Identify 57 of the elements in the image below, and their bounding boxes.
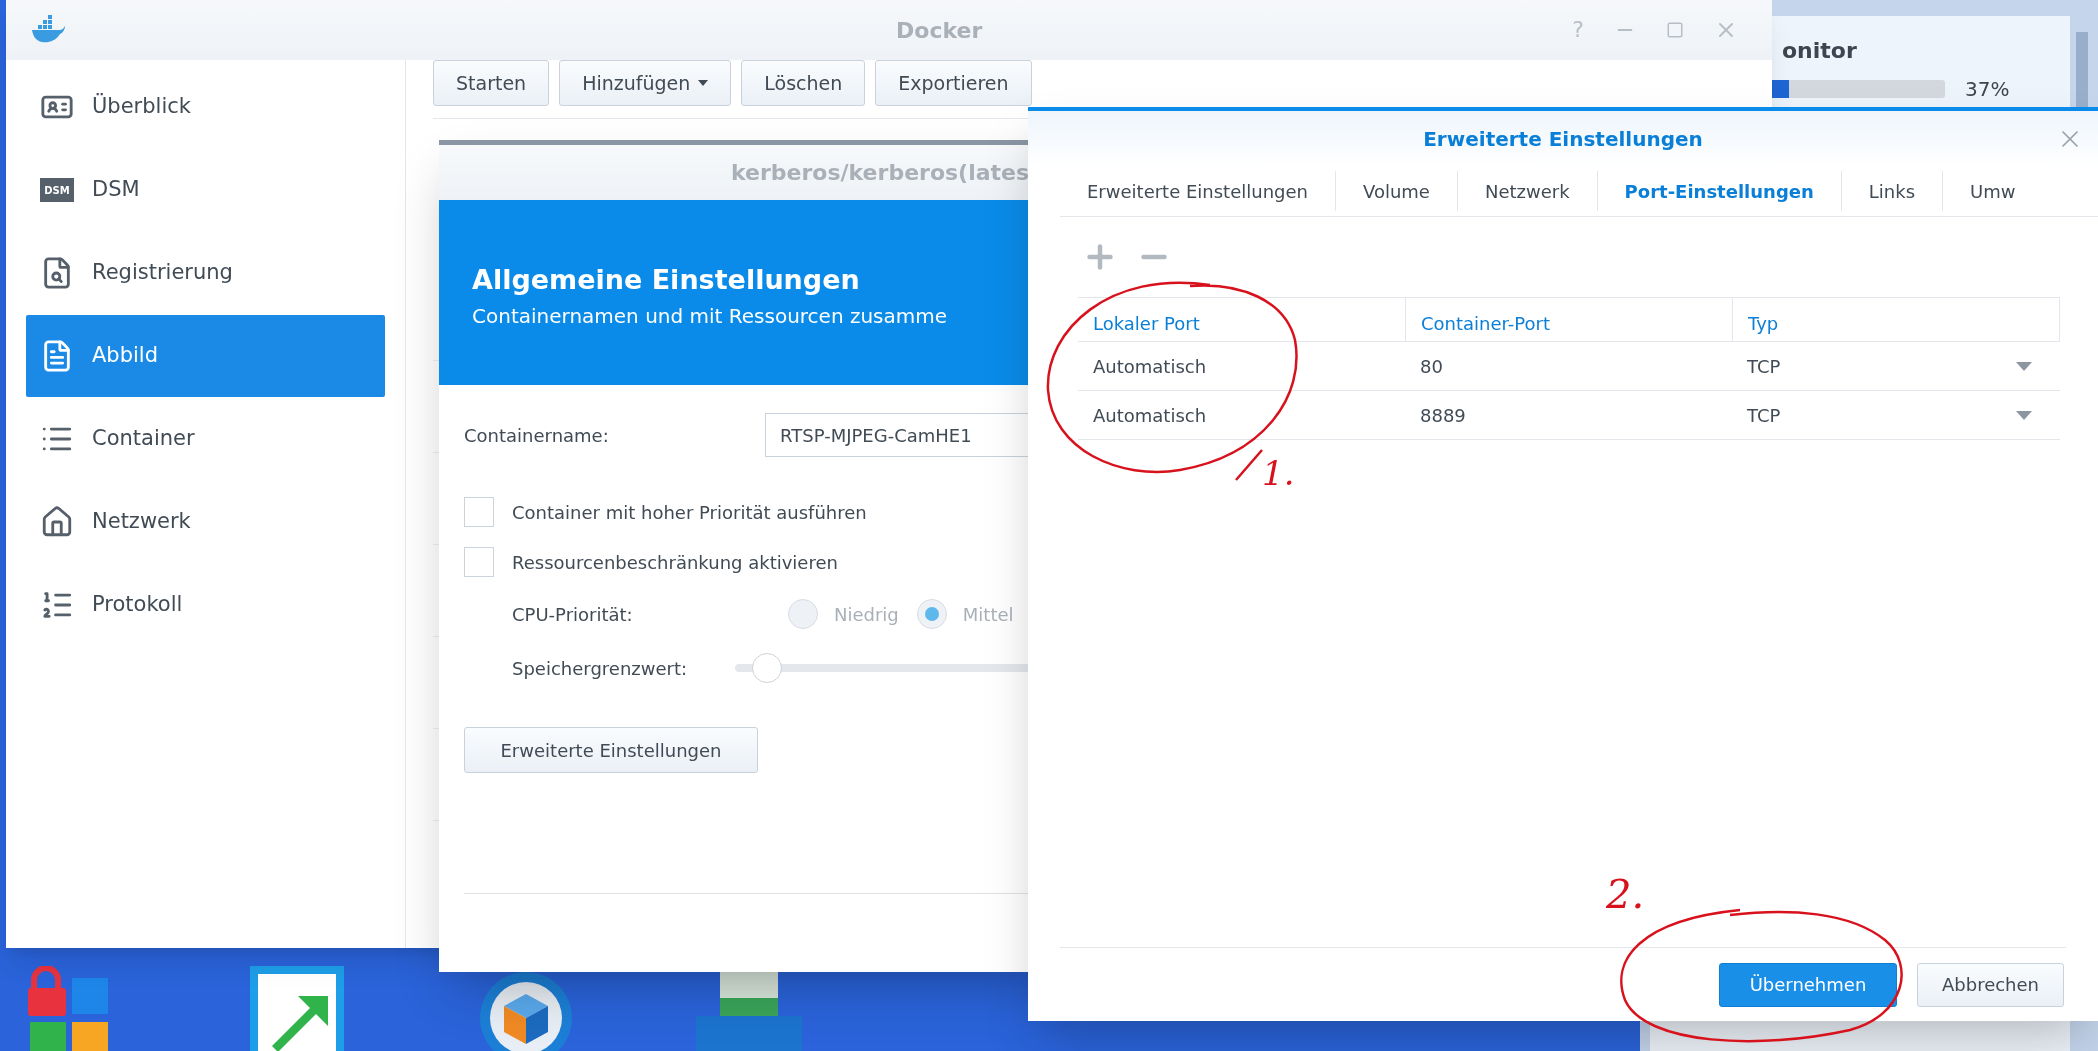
table-cell-text: Automatisch [1093,403,1207,428]
tab[interactable]: Umw [1942,171,2043,211]
table-cell-text: TCP [1747,403,1781,428]
toolbar-button[interactable]: Hinzufügen [559,60,732,106]
field-label: CPU-Priorität: [512,602,634,627]
radio-button[interactable] [788,599,818,629]
sidebar-item[interactable]: Container [26,398,385,480]
radio-button[interactable] [916,599,947,629]
sidebar-item[interactable]: Registrierung [26,232,385,314]
table-cell-text: 80 [1420,354,1443,379]
header-title: Allgemeine Einstellungen [472,263,861,297]
column-header: Lokaler Port [1092,312,1201,336]
tab[interactable]: Port-Einstellungen [1596,171,1841,211]
toolbar-button[interactable]: Exportieren [875,60,1032,106]
sidebar-item[interactable]: Abbild [26,315,385,397]
dialog-title: kerberos/kerberos(lates [731,159,1030,187]
column-header: Container-Port [1405,298,1732,341]
dialog-title: Erweiterte Einstellungen [1423,126,1703,153]
whale-logo-icon [30,15,66,45]
field-label: Speichergrenzwert: [512,656,689,681]
column-header: Typ [1732,298,2059,341]
sidebar-item[interactable]: DSM DSM [26,149,385,231]
sidebar-item-icon [40,505,74,539]
caret-icon [698,80,709,86]
sidebar-item[interactable]: Netzwerk [26,481,385,563]
progress-reading: 37% [1965,77,2010,101]
annotation-label: 2. [1606,870,1645,919]
table-cell-text: TCP [1747,354,1781,379]
tab[interactable]: Erweiterte Einstellungen [1060,171,1335,211]
sidebar-item[interactable]: Überblick [26,66,385,148]
checkbox-label: Container mit hoher Priorität ausführen [512,500,867,525]
header-subtitle: Containernamen und mit Ressourcen zusamme [472,302,949,330]
checkbox[interactable] [464,497,494,527]
toolbar-button[interactable]: Löschen [741,60,866,106]
dialog-button[interactable]: Abbrechen [1916,962,2064,1007]
tab[interactable]: Links [1840,171,1943,211]
field-label: Containername: [464,423,610,448]
radio-label: Niedrig [834,602,899,627]
annotation-label: 1. [1262,452,1295,495]
slider-thumb[interactable] [752,653,783,683]
sidebar-item[interactable]: Protokoll [26,564,385,646]
table-cell-text: Automatisch [1093,354,1207,379]
dsm-icon: DSM [40,178,74,202]
checkbox[interactable] [464,547,494,577]
advanced-settings-button[interactable]: Erweiterte Einstellungen [464,727,758,773]
tab[interactable]: Netzwerk [1456,171,1597,211]
tab[interactable]: Volume [1335,171,1457,211]
toolbar-button[interactable]: Starten [433,60,550,106]
table-cell-text: 8889 [1420,403,1466,428]
widget-title: onitor [1782,37,1858,65]
dropdown-caret-icon[interactable] [2016,410,2032,420]
maximize-icon[interactable] [1666,21,1684,39]
window-title: Docker [896,16,983,45]
dropdown-caret-icon[interactable] [2016,361,2032,371]
checkbox-label: Ressourcenbeschränkung aktivieren [512,550,838,575]
annotation-stroke [1235,449,1263,481]
radio-label: Mittel [962,602,1014,627]
